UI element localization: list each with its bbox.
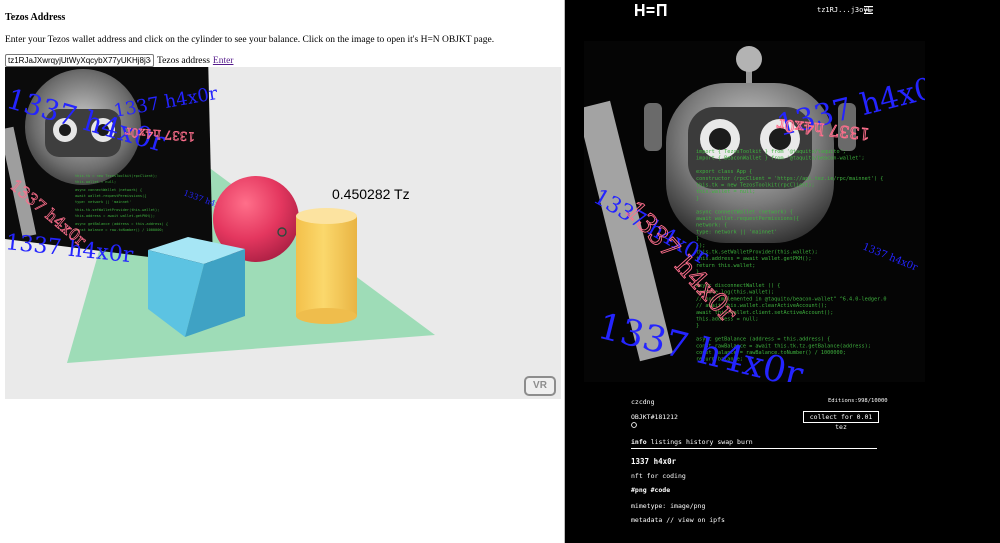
hen-logo[interactable] xyxy=(635,4,667,16)
code-line: await wallet.requestPermissions({ xyxy=(696,216,799,222)
balance-viewer-pane: Tezos Address Enter your Tezos wallet ad… xyxy=(0,0,565,543)
code-line: import { BeaconWallet } from '@taquito/b… xyxy=(696,156,865,162)
svg-text:const balance = raw.toNumber(): const balance = raw.toNumber() / 1000000… xyxy=(75,228,164,232)
balance-text: 0.450282 Tz xyxy=(332,186,410,202)
code-line: network: { xyxy=(696,223,727,229)
code-line: type: network || 'mainnet' xyxy=(696,229,777,235)
3d-scene: this.tk = new TezosToolkit(rpcClient); t… xyxy=(5,67,561,399)
svg-text:async getBalance (address = th: async getBalance (address = this.address… xyxy=(75,222,168,226)
code-line: this.address = await wallet.getPKH(); xyxy=(696,256,812,262)
svg-text:async connectWallet (network): async connectWallet (network) { xyxy=(75,188,142,192)
svg-text:this.tk.setWalletProvider(this: this.tk.setWalletProvider(this.wallet); xyxy=(75,208,159,212)
address-label: Tezos address xyxy=(157,55,210,66)
code-line: this.tk = new TezosToolkit(rpcClient); xyxy=(696,183,815,189)
code-line: this.wallet = null; xyxy=(696,189,755,195)
tab-info[interactable]: info xyxy=(631,438,647,446)
tab-listings[interactable]: listings xyxy=(651,438,682,446)
tabs-underline xyxy=(631,448,877,449)
enter-link[interactable]: Enter xyxy=(213,56,234,66)
address-input[interactable] xyxy=(5,54,154,67)
code-line: export class App { xyxy=(696,169,752,175)
tab-swap[interactable]: swap xyxy=(717,438,733,446)
artwork-panel[interactable]: this.tk = new TezosToolkit(rpcClient); t… xyxy=(5,67,229,268)
svg-text:this.address = await wallet.ge: this.address = await wallet.getPKH(); xyxy=(75,214,155,218)
objkt-tags[interactable]: #png #code xyxy=(631,486,670,494)
tab-burn[interactable]: burn xyxy=(737,438,753,446)
menu-icon[interactable] xyxy=(864,6,873,14)
objkt-description: nft for coding xyxy=(631,472,686,480)
creator-name[interactable]: czcdng xyxy=(631,398,654,406)
svg-text:type: network || 'mainnet': type: network || 'mainnet' xyxy=(75,200,131,204)
objkt-links[interactable]: metadata // view on ipfs xyxy=(631,516,725,524)
collect-button[interactable]: collect for 0.01 tez xyxy=(803,411,879,431)
code-line: async connectWallet (network) { xyxy=(696,209,793,215)
svg-text:this.wallet = null;: this.wallet = null; xyxy=(75,180,116,184)
svg-text:await wallet.requestPermission: await wallet.requestPermissions({ xyxy=(75,194,146,198)
vr-button[interactable]: VR xyxy=(524,376,556,396)
balance-cylinder[interactable] xyxy=(296,208,357,324)
tab-history[interactable]: history xyxy=(686,438,713,446)
instructions-text: Enter your Tezos wallet address and clic… xyxy=(5,35,495,45)
objkt-title: 1337 h4x0r xyxy=(631,457,677,466)
editions-count: Editions:998/10000 xyxy=(828,398,888,404)
objkt-id: OBJKT#181212 xyxy=(631,413,678,421)
page-title: Tezos Address xyxy=(5,12,66,23)
code-line: constructor (rpcClient = 'https://api.te… xyxy=(696,176,883,182)
objkt-artwork[interactable]: import { TezosToolkit } from '@taquito/t… xyxy=(584,41,925,382)
circle-icon xyxy=(631,422,637,428)
code-line: import { TezosToolkit } from '@taquito/t… xyxy=(696,149,846,155)
objkt-mimetype: mimetype: image/png xyxy=(631,502,706,510)
objkt-page: tz1RJ...j3oyL import { TezosToolkit } fr… xyxy=(565,0,1000,543)
svg-text:this.tk = new TezosToolkit(rpc: this.tk = new TezosToolkit(rpcClient); xyxy=(75,174,157,178)
objkt-tabs: info listings history swap burn xyxy=(631,438,753,446)
code-line: this.tk.setWalletProvider(this.wallet); xyxy=(696,250,818,256)
scene-graphic: this.tk = new TezosToolkit(rpcClient); t… xyxy=(5,67,435,363)
code-line: } xyxy=(696,196,699,202)
address-form: Tezos address Enter xyxy=(5,54,233,67)
